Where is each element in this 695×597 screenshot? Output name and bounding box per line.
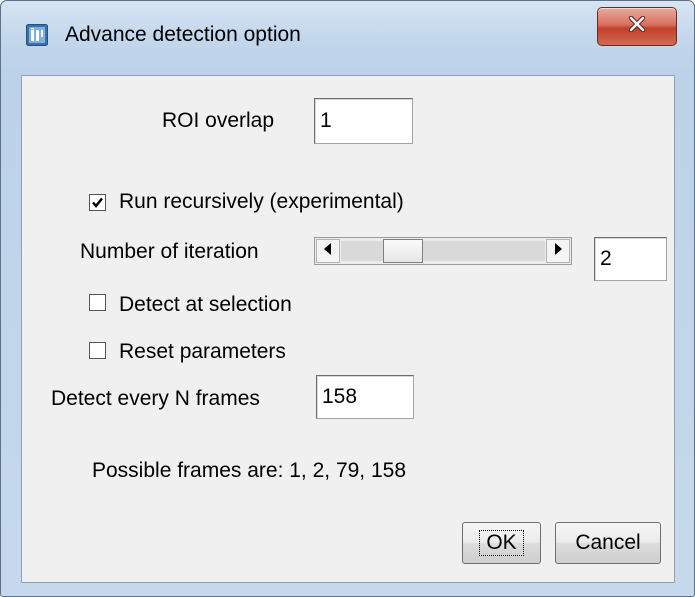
detect-at-selection-label: Detect at selection [119, 293, 292, 316]
title-bar[interactable]: Advance detection option [1, 1, 694, 75]
cancel-button-label: Cancel [575, 531, 641, 554]
checkmark-icon [92, 197, 103, 208]
close-icon [627, 15, 647, 37]
detect-at-selection-checkbox[interactable] [89, 294, 106, 311]
iterations-field[interactable] [594, 237, 667, 281]
roi-overlap-field[interactable] [314, 98, 413, 144]
possible-frames-message: Possible frames are: 1, 2, 79, 158 [92, 459, 407, 482]
slider-decrement-button[interactable] [316, 239, 340, 263]
reset-parameters-label: Reset parameters [119, 340, 286, 363]
detect-every-n-frames-label: Detect every N frames [51, 387, 260, 410]
ok-button[interactable]: OK [462, 522, 541, 564]
slider-track[interactable] [341, 241, 545, 261]
close-button[interactable] [597, 7, 677, 46]
iterations-slider[interactable] [314, 237, 572, 265]
window-title: Advance detection option [65, 23, 301, 46]
roi-overlap-label: ROI overlap [162, 109, 275, 132]
detect-every-n-frames-field[interactable] [316, 375, 414, 419]
dialog-window: Advance detection option ROI overlap Run… [0, 0, 695, 597]
imagej-app-icon [26, 24, 48, 46]
dialog-content: ROI overlap Run recursively (experimenta… [21, 75, 675, 583]
slider-thumb[interactable] [383, 239, 423, 263]
cancel-button[interactable]: Cancel [555, 522, 661, 564]
iterations-label: Number of iteration [80, 240, 259, 263]
reset-parameters-checkbox[interactable] [89, 342, 106, 359]
arrow-left-icon [324, 242, 332, 260]
ok-button-label: OK [479, 530, 524, 556]
run-recursively-label: Run recursively (experimental) [119, 190, 404, 213]
arrow-right-icon [554, 242, 562, 260]
run-recursively-checkbox[interactable] [89, 194, 106, 211]
slider-increment-button[interactable] [546, 239, 570, 263]
